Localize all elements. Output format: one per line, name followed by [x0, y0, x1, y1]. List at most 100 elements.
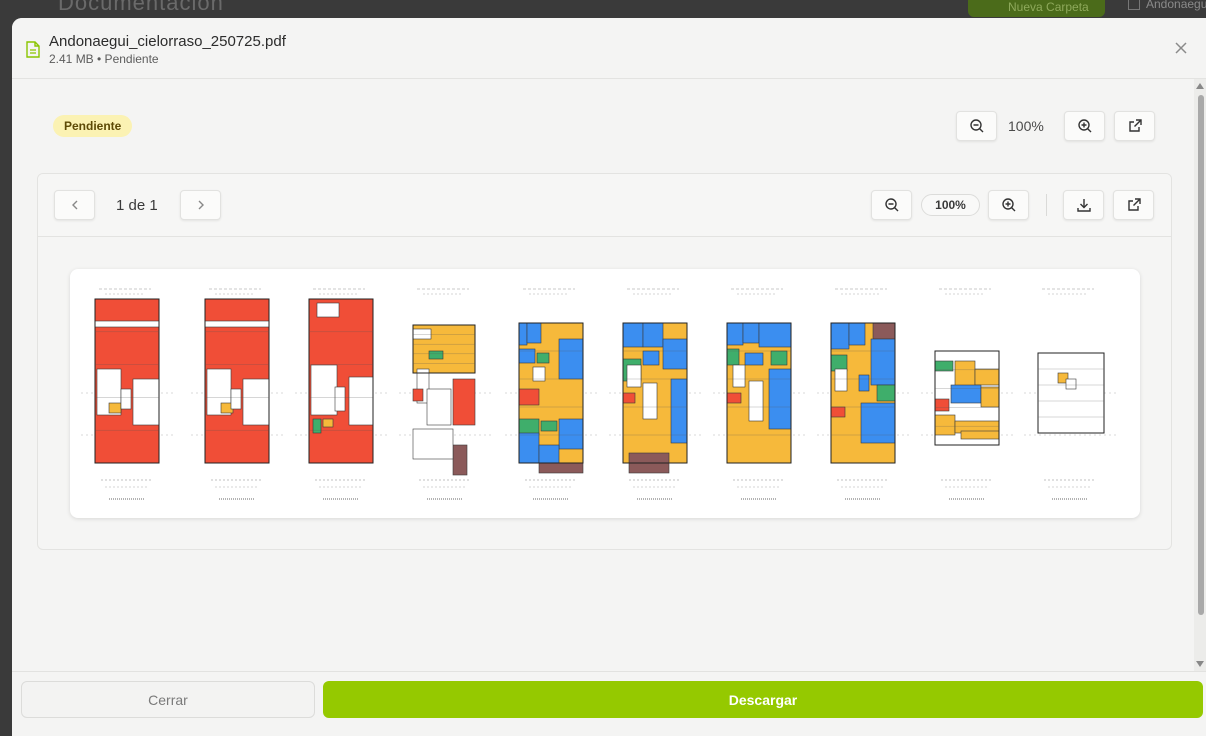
next-page-button[interactable]: [180, 190, 221, 220]
plan-room: [642, 382, 658, 420]
scroll-down-icon[interactable]: [1196, 661, 1204, 667]
open-external-button[interactable]: [1114, 111, 1155, 141]
viewer-download-button[interactable]: [1063, 190, 1104, 220]
plan-room: [518, 432, 540, 464]
plan-room: [834, 368, 848, 392]
plan-room: [412, 388, 424, 402]
plan-room: [204, 320, 270, 328]
plan-room: [748, 380, 764, 422]
pdf-viewer: 1 de 1 100%: [37, 173, 1172, 550]
plan-room: [934, 360, 954, 372]
scroll-up-icon[interactable]: [1196, 83, 1204, 89]
download-button[interactable]: Descargar: [323, 681, 1203, 718]
external-link-icon: [1127, 118, 1143, 134]
plan-room: [426, 388, 452, 426]
close-icon[interactable]: [1172, 39, 1190, 57]
zoom-level: 100%: [1008, 118, 1044, 134]
floor-plans-drawing: [81, 288, 1116, 500]
background-user-name: Andonaegui: [1146, 0, 1206, 11]
modal-footer: Cerrar Descargar: [12, 671, 1206, 736]
plan-room: [742, 322, 760, 344]
pdf-viewer-toolbar: 1 de 1 100%: [38, 174, 1171, 237]
plan-room: [858, 374, 870, 392]
viewer-zoom-in-button[interactable]: [988, 190, 1029, 220]
plan-room: [1065, 378, 1077, 390]
plan-room: [848, 322, 866, 346]
plan-room: [726, 392, 742, 404]
plan-room: [954, 360, 976, 388]
scrollbar[interactable]: [1194, 79, 1206, 671]
plan-room: [428, 350, 444, 360]
status-badge: Pendiente: [53, 115, 133, 137]
plan-room: [518, 418, 540, 436]
page-current: 1: [116, 197, 125, 214]
plan-room: [322, 418, 334, 428]
plan-room: [860, 402, 896, 444]
plan-room: [310, 364, 338, 416]
zoom-out-icon: [884, 197, 900, 213]
plan-room: [642, 350, 660, 366]
plan-room: [558, 418, 584, 450]
page-separator: de: [128, 197, 146, 214]
plan-room: [960, 430, 1000, 440]
plan-room: [94, 320, 160, 328]
chevron-left-icon: [69, 199, 81, 211]
viewer-zoom-out-button[interactable]: [871, 190, 912, 220]
close-button[interactable]: Cerrar: [21, 681, 315, 718]
zoom-in-icon: [1001, 197, 1017, 213]
pdf-page: [70, 269, 1140, 518]
zoom-out-icon: [969, 118, 985, 134]
plan-room: [120, 388, 132, 410]
plan-room: [412, 328, 432, 340]
download-icon: [1076, 197, 1092, 213]
plan-room: [108, 402, 122, 414]
plan-room: [872, 322, 896, 340]
plan-room: [348, 376, 374, 426]
plan-room: [642, 322, 664, 348]
plan-room: [830, 354, 848, 372]
plan-room: [934, 398, 950, 412]
plan-room: [536, 352, 550, 364]
external-link-icon: [1126, 197, 1142, 213]
plan-room: [312, 418, 322, 434]
file-document-icon: [26, 41, 40, 58]
page-total: 1: [149, 197, 158, 214]
plan-room: [558, 338, 584, 380]
zoom-in-icon: [1077, 118, 1093, 134]
plan-room: [334, 386, 346, 412]
plan-room: [870, 338, 896, 386]
scrollbar-thumb[interactable]: [1198, 95, 1204, 615]
file-name: Andonaegui_cielorraso_250725.pdf: [49, 33, 286, 50]
viewer-open-external-button[interactable]: [1113, 190, 1154, 220]
plan-room: [622, 392, 636, 404]
plan-room: [622, 322, 644, 348]
plan-room: [132, 378, 160, 426]
zoom-in-button[interactable]: [1064, 111, 1105, 141]
viewer-zoom-level: 100%: [921, 194, 980, 216]
plan-room: [758, 322, 792, 348]
plan-room: [670, 378, 688, 444]
file-meta: 2.41 MB • Pendiente: [49, 52, 159, 66]
plan-room: [316, 302, 340, 318]
new-folder-button[interactable]: Nueva Carpeta: [968, 0, 1105, 17]
plan-room: [242, 378, 270, 426]
zoom-out-button[interactable]: [956, 111, 997, 141]
plan-room: [770, 350, 788, 366]
background-checkbox[interactable]: [1128, 0, 1140, 10]
plan-room: [626, 364, 642, 388]
modal-body: Pendiente 100% 1 de 1 100%: [12, 79, 1206, 671]
plan-room: [230, 388, 242, 410]
previous-page-button[interactable]: [54, 190, 95, 220]
plan-room: [518, 388, 540, 406]
plan-room: [452, 444, 468, 476]
plan-room: [526, 322, 542, 344]
plan-room: [452, 378, 476, 426]
chevron-right-icon: [195, 199, 207, 211]
plan-room: [980, 386, 1000, 408]
page-indicator: 1 de 1: [116, 197, 158, 214]
plan-room: [830, 406, 846, 418]
plan-room: [662, 338, 688, 370]
toolbar-divider: [1046, 194, 1047, 216]
plan-room: [1037, 352, 1105, 434]
plan-room: [540, 420, 558, 432]
